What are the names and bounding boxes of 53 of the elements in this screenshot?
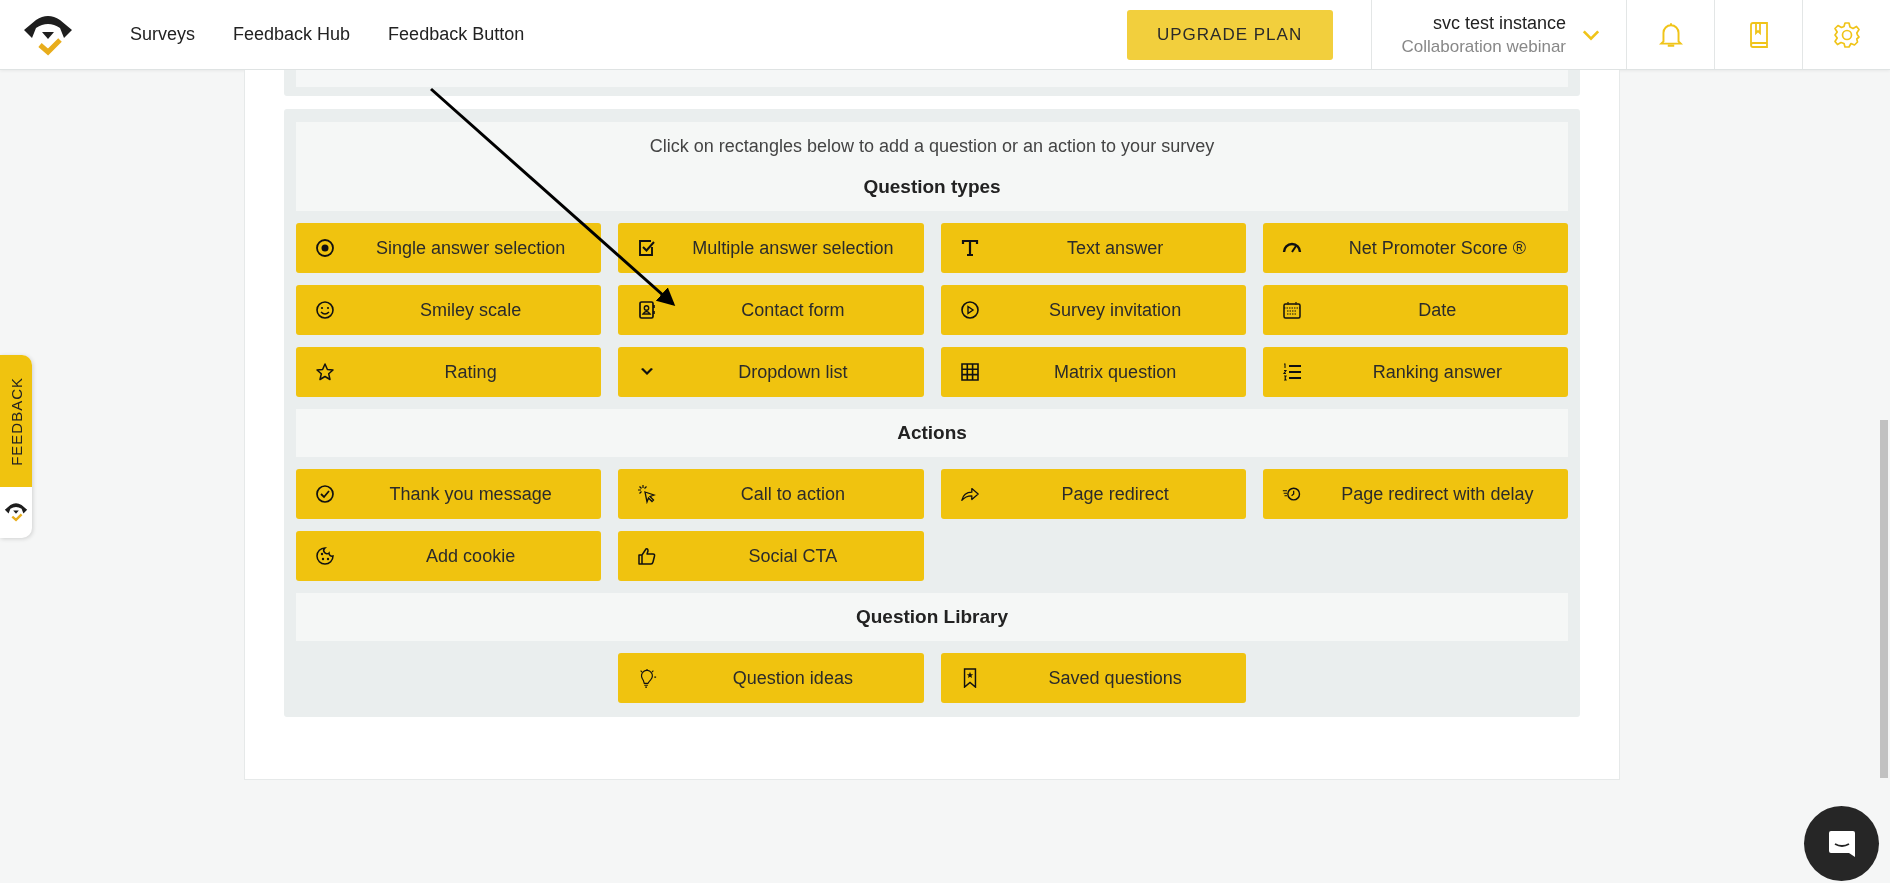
scrollbar-thumb[interactable] xyxy=(1880,420,1888,778)
question-type-button[interactable]: Smiley scale xyxy=(296,285,602,335)
smiley-icon xyxy=(315,300,335,320)
account-name[interactable]: svc test instance xyxy=(1432,12,1566,34)
numbered-list-icon xyxy=(1281,362,1302,382)
upgrade-plan-button[interactable]: UPGRADE PLAN xyxy=(1126,9,1333,60)
thumbs-up-icon xyxy=(637,546,658,566)
nav-link[interactable]: Surveys xyxy=(130,24,196,45)
question-type-button[interactable]: Saved questions xyxy=(940,653,1246,703)
logo-icon xyxy=(3,501,29,523)
play-circle-icon xyxy=(959,300,980,320)
bell-icon[interactable] xyxy=(1656,20,1685,49)
feedback-tab[interactable]: FEEDBACK xyxy=(0,355,32,538)
instruction-text: Click on rectangles below to add a question or an action to your survey xyxy=(649,136,1215,157)
address-book-icon xyxy=(637,300,658,320)
cookie-icon xyxy=(315,546,335,566)
calendar-icon xyxy=(1281,300,1302,320)
chat-icon xyxy=(1826,828,1857,859)
checkbox-icon xyxy=(637,238,658,258)
nav-link[interactable]: Feedback Hub xyxy=(233,24,351,45)
question-type-button[interactable]: Ranking answer xyxy=(1262,347,1568,397)
account-subtitle: Collaboration webinar xyxy=(1401,36,1566,57)
chevron-down-icon[interactable] xyxy=(1582,28,1600,41)
question-type-button[interactable]: Multiple answer selection xyxy=(618,223,924,273)
question-type-button[interactable]: Page redirect with delay xyxy=(1262,469,1568,519)
check-circle-icon xyxy=(315,484,335,504)
question-type-button[interactable]: Social CTA xyxy=(618,531,924,581)
lightbulb-icon xyxy=(637,668,658,688)
fast-clock-icon xyxy=(1281,484,1302,504)
question-type-button[interactable]: Dropdown list xyxy=(618,347,924,397)
star-icon xyxy=(315,362,335,382)
question-type-button[interactable]: Question ideas xyxy=(618,653,924,703)
question-type-button[interactable]: Text answer xyxy=(940,223,1246,273)
question-type-button[interactable]: Survey invitation xyxy=(940,285,1246,335)
question-type-button[interactable]: Page redirect xyxy=(940,469,1246,519)
question-type-button[interactable]: Call to action xyxy=(618,469,924,519)
question-type-button[interactable]: Thank you message xyxy=(296,469,602,519)
question-type-button[interactable]: Rating xyxy=(296,347,602,397)
question-type-button[interactable]: Add cookie xyxy=(296,531,602,581)
section-title: Question Library xyxy=(856,606,1008,628)
section-title: Actions xyxy=(897,422,967,444)
text-icon xyxy=(959,238,980,258)
table-grid-icon xyxy=(959,362,980,382)
cursor-click-icon xyxy=(637,484,658,504)
question-type-button[interactable]: Date xyxy=(1262,285,1568,335)
section-title: Question types xyxy=(863,176,1001,198)
nav-link[interactable]: Feedback Button xyxy=(388,24,525,45)
question-type-button[interactable]: Single answer selection xyxy=(296,223,602,273)
question-type-button[interactable]: Matrix question xyxy=(940,347,1246,397)
settings-icon[interactable] xyxy=(1832,20,1861,49)
question-type-button[interactable]: Net Promoter Score ® xyxy=(1262,223,1568,273)
radio-icon xyxy=(315,238,335,258)
question-type-button[interactable]: Contact form xyxy=(618,285,924,335)
